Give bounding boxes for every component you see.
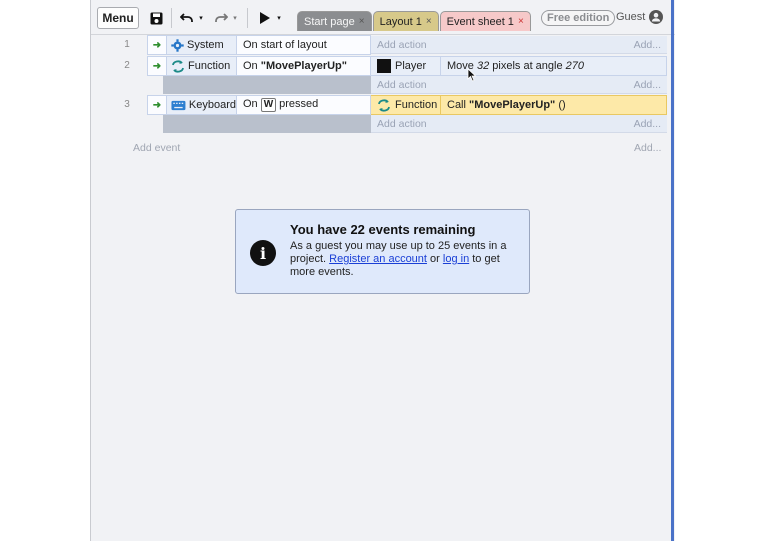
condition-text: On start of layout [243, 39, 327, 51]
function-icon [172, 59, 184, 73]
event-condition[interactable]: ➜ System On start of layout [147, 35, 371, 55]
tab-layout-1[interactable]: Layout 1 × [372, 11, 439, 31]
toolbar-divider [171, 8, 172, 28]
action-object: Function [371, 96, 441, 114]
event-arrow-icon: ➜ [152, 39, 162, 51]
toolbar: Menu ▾ ▾ ▾ Start page × Layout 1 × Event… [91, 0, 675, 34]
redo-dropdown-icon[interactable]: ▾ [231, 9, 239, 27]
window-edge [671, 0, 674, 541]
undo-icon[interactable] [179, 9, 195, 27]
add-action-link[interactable]: Add action [377, 118, 427, 130]
menu-button[interactable]: Menu [97, 7, 139, 29]
user-label[interactable]: Guest [616, 11, 645, 23]
event-condition[interactable]: ➜ Keyboard On Wpressed [147, 95, 371, 115]
close-icon[interactable]: × [359, 16, 365, 27]
event-number: 1 [124, 39, 130, 50]
tab-label: Event sheet 1 [446, 15, 514, 28]
save-icon[interactable] [149, 9, 163, 27]
tab-label: Start page [304, 15, 355, 28]
play-icon[interactable] [257, 9, 271, 27]
toolbar-divider [247, 8, 248, 28]
add-event-more-link[interactable]: Add... [634, 142, 661, 154]
redo-icon[interactable] [213, 9, 229, 27]
user-account-icon[interactable] [649, 10, 663, 24]
info-icon: i [250, 240, 276, 266]
keyboard-icon [171, 100, 186, 110]
add-more-link[interactable]: Add... [634, 79, 661, 91]
add-more-link[interactable]: Add... [634, 118, 661, 130]
event-condition-empty [163, 115, 371, 133]
event-number: 2 [124, 60, 130, 71]
gear-icon [171, 38, 184, 52]
condition-text: On "MovePlayerUp" [243, 60, 347, 72]
play-dropdown-icon[interactable]: ▾ [275, 9, 283, 27]
notice-body: As a guest you may use up to 25 events i… [290, 240, 507, 278]
add-more-link[interactable]: Add... [634, 39, 661, 51]
register-account-link[interactable]: Register an account [329, 253, 427, 265]
add-action-link[interactable]: Add action [377, 79, 427, 91]
close-icon[interactable]: × [518, 16, 524, 27]
add-action-row[interactable]: Add action Add... [371, 76, 667, 94]
tab-event-sheet-1[interactable]: Event sheet 1 × [439, 11, 531, 31]
event-action[interactable]: Player Move 32 pixels at angle 270 [371, 56, 667, 76]
event-condition-empty [163, 76, 371, 94]
close-icon[interactable]: × [426, 16, 432, 27]
add-action-link[interactable]: Add action [377, 39, 427, 51]
mouse-cursor-icon [467, 68, 477, 82]
event-action-selected[interactable]: Function Call "MovePlayerUp" () [371, 95, 667, 115]
event-condition[interactable]: ➜ Function On "MovePlayerUp" [147, 56, 371, 76]
log-in-link[interactable]: log in [443, 253, 469, 265]
add-event-link[interactable]: Add event [133, 142, 180, 154]
event-arrow-icon: ➜ [152, 99, 162, 111]
tab-bar: Start page × Layout 1 × Event sheet 1 × [297, 11, 532, 31]
condition-text: On Wpressed [243, 98, 319, 112]
add-action-row[interactable]: Add action Add... [371, 115, 667, 133]
notice-title: You have 22 events remaining [290, 222, 476, 237]
tab-label: Layout 1 [379, 15, 422, 28]
player-sprite-icon [377, 59, 391, 73]
action-text: Call "MovePlayerUp" () [447, 99, 566, 111]
edition-badge[interactable]: Free edition [541, 10, 616, 26]
events-remaining-notice: i You have 22 events remaining As a gues… [235, 209, 530, 294]
condition-object: Function [166, 57, 237, 75]
condition-object: System [166, 36, 237, 54]
action-text: Move 32 pixels at angle 270 [447, 60, 585, 72]
app-window: Menu ▾ ▾ ▾ Start page × Layout 1 × Event… [90, 0, 675, 541]
key-label: W [260, 98, 277, 112]
event-number: 3 [124, 99, 130, 110]
event-arrow-icon: ➜ [152, 60, 162, 72]
function-icon [378, 98, 390, 112]
add-action-row[interactable]: Add action Add... [371, 36, 667, 54]
tab-start-page[interactable]: Start page × [297, 11, 372, 31]
action-object: Player [371, 57, 441, 75]
undo-dropdown-icon[interactable]: ▾ [197, 9, 205, 27]
condition-object: Keyboard [166, 96, 237, 114]
